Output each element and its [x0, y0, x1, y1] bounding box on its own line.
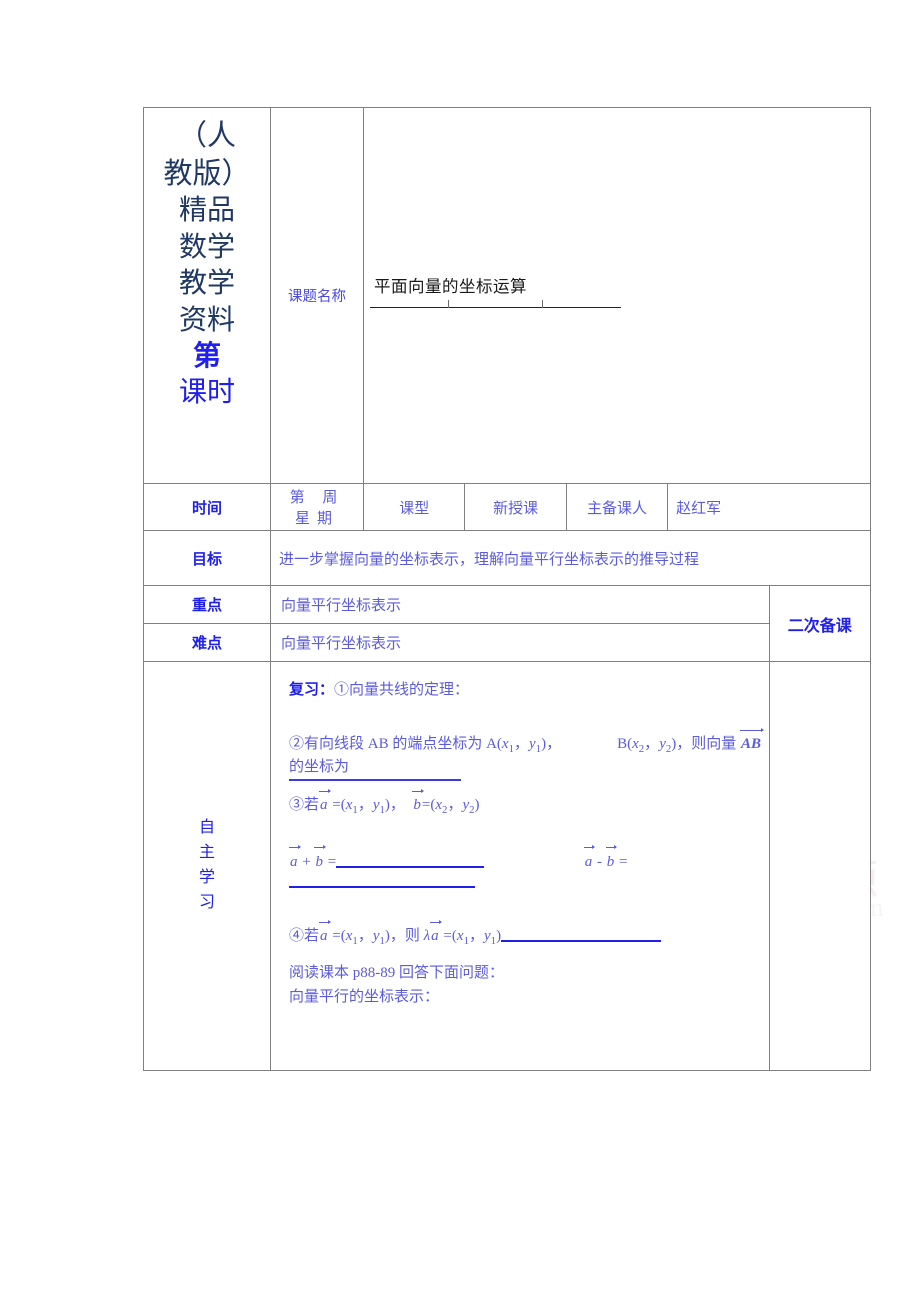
banner-line-4: 数学 — [178, 231, 235, 263]
banner-line-7: 第 — [192, 340, 221, 372]
second-prep-label: 二次备课 — [768, 585, 872, 662]
topic-name-label: 课题名称 — [270, 107, 364, 484]
minus-sign: - — [596, 853, 602, 870]
review-item-2-pre: ②有向线段 AB 的端点坐标为 A( — [289, 736, 502, 753]
review-item-2-tail: 的坐标为 — [289, 758, 350, 775]
goal-row: 目标 进一步掌握向量的坐标表示，理解向量平行坐标表示的推导过程 — [143, 530, 871, 586]
banner-line-5: 教学 — [178, 268, 235, 300]
point-a-y-sub: 1 — [535, 743, 542, 756]
review-item-3: ③若a =(x1，y1)， b=(x2，y2) — [289, 788, 480, 817]
lesson-plan-sheet: （人 教版） 精品 数学 教学 资料 第 课时 课题名称 平面向量的坐标运算 时… — [143, 107, 872, 1071]
a-y: y — [372, 797, 380, 814]
review-item-4-pre: ④若 — [289, 928, 320, 945]
review-item-4: ④若a =(x1，y1)，则 λa =(x1，y1) — [289, 919, 763, 949]
point-b-y: y — [659, 736, 666, 753]
topic-title-cell: 平面向量的坐标运算 — [363, 107, 871, 484]
preparer-value[interactable]: 赵红军 — [667, 483, 871, 531]
vector-a-lambda-rhs: a — [430, 919, 442, 946]
publisher-banner: （人 教版） 精品 数学 教学 资料 第 课时 — [143, 107, 271, 484]
parallel-coordinate-heading: 向量平行的坐标表示： — [289, 988, 440, 1005]
answer-blank-ab[interactable] — [289, 779, 461, 782]
vector-a-lambda-lhs: a — [319, 919, 330, 946]
self-study-label: 自 主 学 习 — [143, 661, 271, 1071]
vector-b-def: b — [412, 788, 424, 815]
preparer-label: 主备课人 — [565, 483, 669, 531]
class-type-label: 课型 — [362, 483, 466, 531]
point-b-y-sub: 2 — [665, 743, 672, 756]
answer-blank-lambda[interactable] — [501, 940, 662, 943]
banner-line-6: 资料 — [178, 304, 235, 336]
difficulty-row: 难点 向量平行坐标表示 — [143, 623, 871, 662]
key-point-label: 重点 — [143, 585, 271, 624]
review-item-4-mid: ，则 — [389, 928, 420, 945]
vector-sum-diff-line: a + b = a - b = — [289, 845, 763, 893]
review-item-2-mid: B( — [617, 736, 633, 753]
info-row: 时间 第 周 星期 课型 新授课 主备课人 赵红军 — [143, 483, 871, 531]
banner-line-8: 课时 — [178, 377, 235, 409]
review-item-2-post: ，则向量 — [676, 736, 737, 753]
lesson-plan-table: （人 教版） 精品 数学 教学 资料 第 课时 课题名称 平面向量的坐标运算 时… — [143, 107, 872, 1071]
point-a-y: y — [529, 736, 536, 753]
vector-a-sum: a — [289, 845, 300, 872]
topic-underline — [370, 300, 621, 308]
self-study-row: 自 主 学 习 复习：①向量共线的定理： ②有向线段 AB 的端点坐标为 A(x… — [143, 661, 872, 1071]
review-item-3-pre: ③若 — [289, 797, 320, 814]
vector-ab: AB — [740, 727, 765, 754]
goal-text: 进一步掌握向量的坐标表示，理解向量平行坐标表示的推导过程 — [270, 530, 871, 586]
plus-sign: + — [302, 853, 311, 870]
difficulty-label: 难点 — [143, 623, 271, 662]
goal-label: 目标 — [143, 530, 271, 586]
self-study-label-char-2: 主 — [198, 844, 215, 862]
review-item-1: 复习：①向量共线的定理： — [289, 680, 763, 700]
vector-b-diff: b — [605, 845, 617, 872]
review-heading: 复习： — [289, 682, 335, 698]
equals-sign-diff: = — [618, 853, 628, 870]
vector-a-def: a — [319, 788, 330, 815]
self-study-label-char-3: 学 — [198, 869, 215, 886]
point-a-x-sub: 1 — [508, 743, 514, 756]
header-row: （人 教版） 精品 数学 教学 资料 第 课时 课题名称 平面向量的坐标运算 — [143, 107, 871, 484]
answer-blank-diff[interactable] — [289, 885, 475, 888]
second-prep-body[interactable] — [768, 661, 872, 1071]
key-point-text: 向量平行坐标表示 — [270, 585, 770, 624]
topic-title-text: 平面向量的坐标运算 — [374, 277, 527, 296]
banner-line-3: 精品 — [178, 195, 235, 227]
difficulty-text: 向量平行坐标表示 — [270, 623, 770, 662]
point-a-x: x — [501, 736, 509, 753]
self-study-label-char-4: 习 — [198, 893, 215, 911]
review-item-2: ②有向线段 AB 的端点坐标为 A(x1，y1)， B(x2，y2)，则向量 AB… — [289, 727, 765, 782]
self-study-content: 复习：①向量共线的定理： ②有向线段 AB 的端点坐标为 A(x1，y1)， B(… — [270, 661, 770, 1071]
vector-b-sum: b — [314, 845, 326, 872]
point-b-x: x — [632, 736, 639, 753]
banner-line-1: （人 — [177, 120, 236, 152]
point-b-x-sub: 2 — [638, 743, 645, 756]
key-point-row: 重点 向量平行坐标表示 二次备课 — [143, 585, 872, 662]
banner-line-2: 教版） — [163, 157, 251, 190]
self-study-label-char-1: 自 — [198, 819, 215, 837]
time-value[interactable]: 第 周 星期 — [270, 483, 364, 531]
reading-instruction: 阅读课本 p88-89 回答下面问题： — [289, 964, 504, 981]
vector-a-diff: a — [583, 845, 595, 872]
time-label: 时间 — [143, 483, 271, 531]
answer-blank-sum[interactable] — [336, 865, 485, 868]
review-item-1-text: ①向量共线的定理： — [334, 682, 470, 698]
class-type-value[interactable]: 新授课 — [464, 483, 567, 531]
equals-sign-sum: = — [327, 853, 337, 870]
